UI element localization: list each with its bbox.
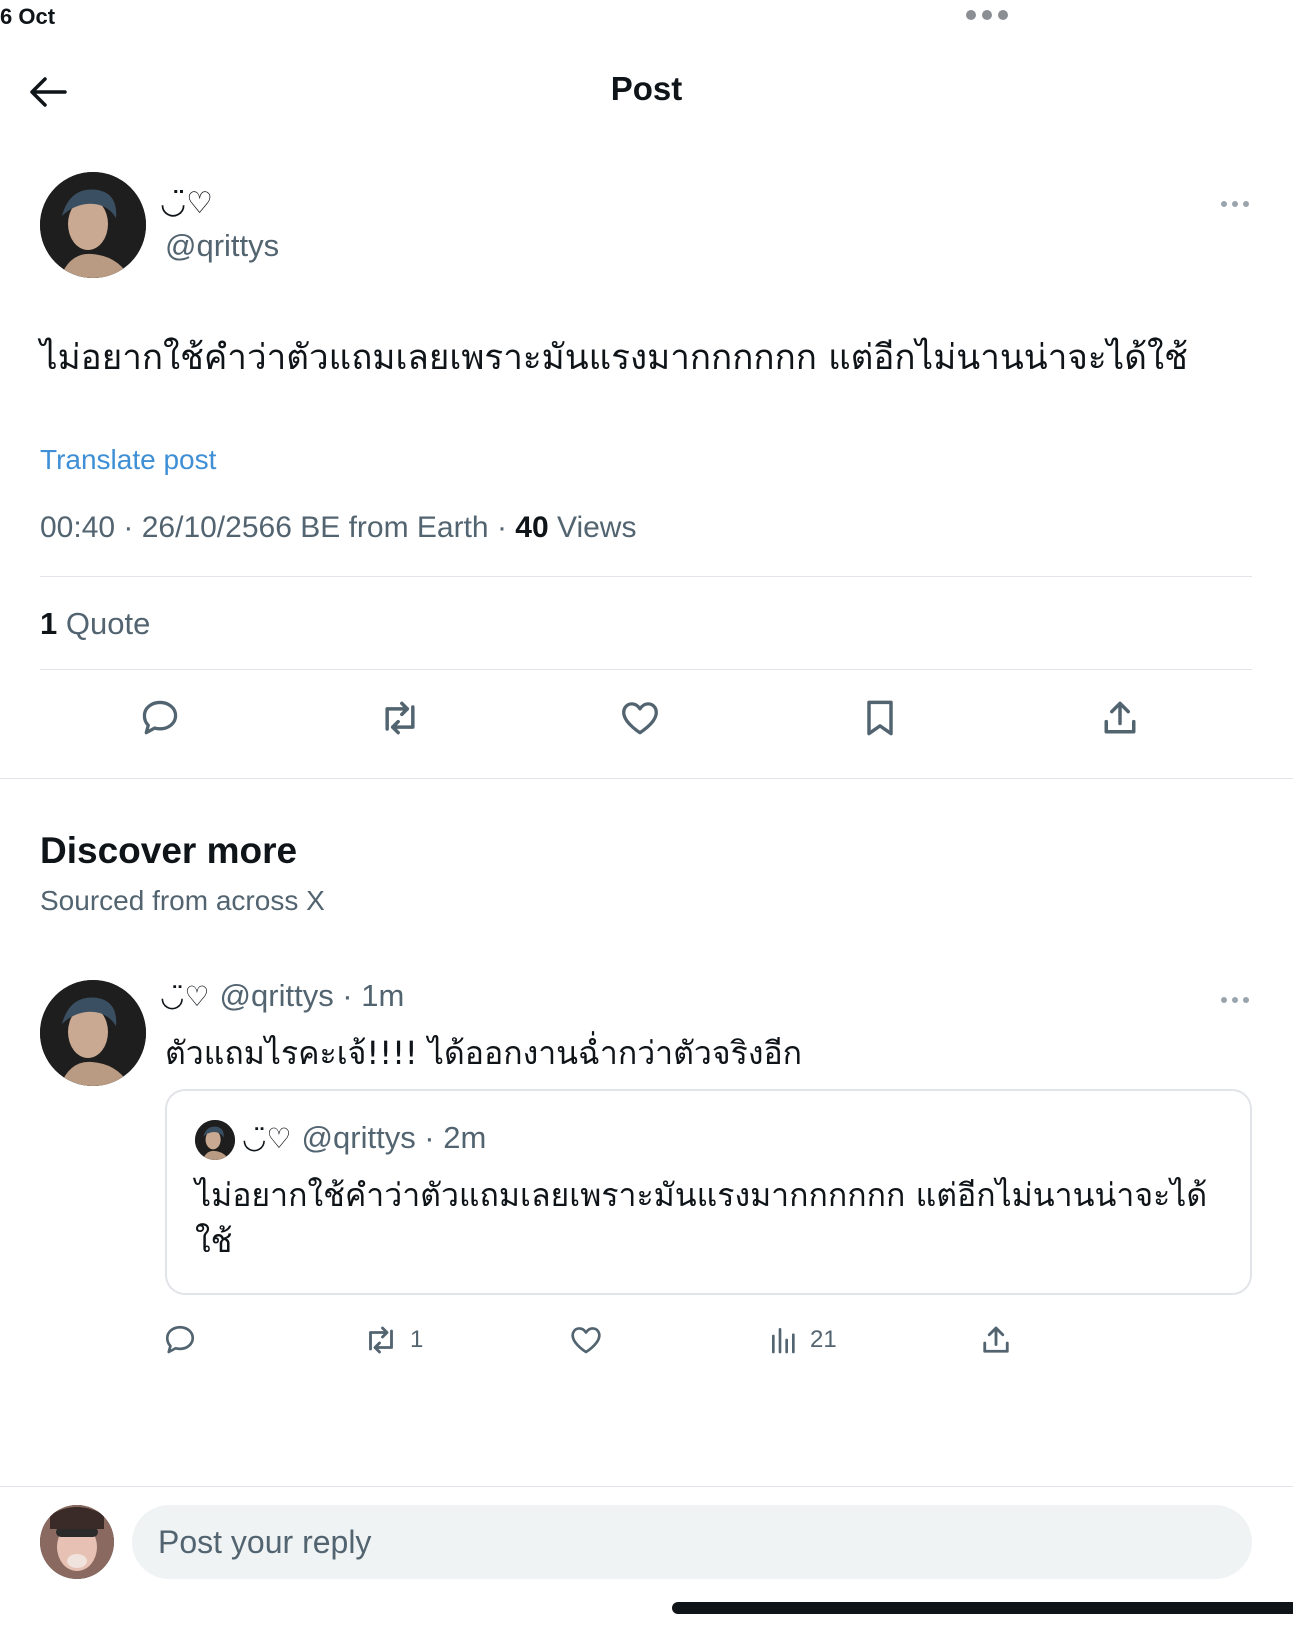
repost-icon <box>385 701 415 735</box>
reply-header: ◡̈♡ @qrittys · 1m <box>160 978 404 1014</box>
bookmark-icon <box>867 700 893 736</box>
translate-post-link[interactable]: Translate post <box>40 444 216 476</box>
analytics-icon <box>772 1328 795 1354</box>
home-indicator <box>672 1602 1293 1614</box>
quote-label: Quote <box>57 606 151 641</box>
arrow-left-icon <box>30 77 67 107</box>
reply-icon <box>142 700 178 735</box>
reply-handle-time[interactable]: @qrittys · 1m <box>220 978 405 1013</box>
back-button[interactable] <box>26 70 70 114</box>
author-avatar[interactable] <box>40 172 146 278</box>
author-handle[interactable]: @qrittys <box>165 228 279 264</box>
like-button[interactable] <box>610 688 670 748</box>
reply-reply-button[interactable] <box>162 1318 198 1362</box>
reply-more-icon[interactable] <box>1213 990 1257 1010</box>
post-timestamp: 00:40 · 26/10/2566 BE from Earth · <box>40 511 516 544</box>
reply-author-avatar[interactable] <box>40 980 146 1086</box>
reply-text: ตัวแถมไรคะเจ้!!!! ได้ออกงานฉ่ำกว่าตัวจริ… <box>165 1034 803 1072</box>
reply-repost-button[interactable]: 1 <box>362 1318 423 1362</box>
reply-display-name: ◡̈♡ <box>160 980 210 1013</box>
reply-like-button[interactable] <box>568 1318 604 1362</box>
repost-button[interactable] <box>370 688 430 748</box>
like-icon <box>622 702 658 735</box>
discover-subtitle: Sourced from across X <box>40 885 325 916</box>
post-meta: 00:40 · 26/10/2566 BE from Earth · 40 Vi… <box>40 511 636 545</box>
reply-views-button[interactable]: 21 <box>768 1318 837 1362</box>
views-count: 21 <box>810 1326 837 1353</box>
reply-icon <box>165 1325 195 1354</box>
author-display-name: ◡̈♡ <box>160 186 214 221</box>
reply-button[interactable] <box>130 688 190 748</box>
share-icon <box>983 1326 1009 1353</box>
quoted-header: ◡̈♡ @qrittys · 2m <box>242 1120 486 1156</box>
divider <box>40 576 1252 577</box>
multitasking-dots-icon[interactable] <box>966 10 1008 20</box>
quote-count-link[interactable]: 1 Quote <box>40 606 150 642</box>
views-count: 40 <box>515 511 549 544</box>
page-title: Post <box>610 70 683 107</box>
repost-count: 1 <box>410 1326 424 1353</box>
quoted-author-avatar <box>195 1120 235 1160</box>
quoted-text: ไม่อยากใช้คำว่าตัวแถมเลยเพราะมันแรงมากกก… <box>195 1176 1208 1260</box>
quoted-display-name: ◡̈♡ <box>242 1122 292 1155</box>
status-date: 6 Oct <box>0 4 56 29</box>
discover-title: Discover more <box>40 830 298 871</box>
divider <box>40 669 1252 670</box>
views-label: Views <box>548 511 637 544</box>
like-icon <box>571 1327 601 1354</box>
post-text: ไม่อยากใช้คำว่าตัวแถมเลยเพราะมันแรงมากกก… <box>40 338 1188 378</box>
composer-divider <box>0 1486 1293 1487</box>
quote-count: 1 <box>40 606 58 641</box>
section-divider <box>0 778 1293 779</box>
bookmark-button[interactable] <box>850 688 910 748</box>
reply-share-button[interactable] <box>978 1318 1014 1362</box>
current-user-avatar[interactable] <box>40 1505 114 1579</box>
share-button[interactable] <box>1090 688 1150 748</box>
post-more-icon[interactable] <box>1213 194 1257 214</box>
repost-icon <box>369 1326 393 1354</box>
reply-input[interactable] <box>132 1505 1252 1579</box>
quoted-handle-time: @qrittys · 2m <box>301 1120 487 1155</box>
share-icon <box>1104 701 1136 734</box>
